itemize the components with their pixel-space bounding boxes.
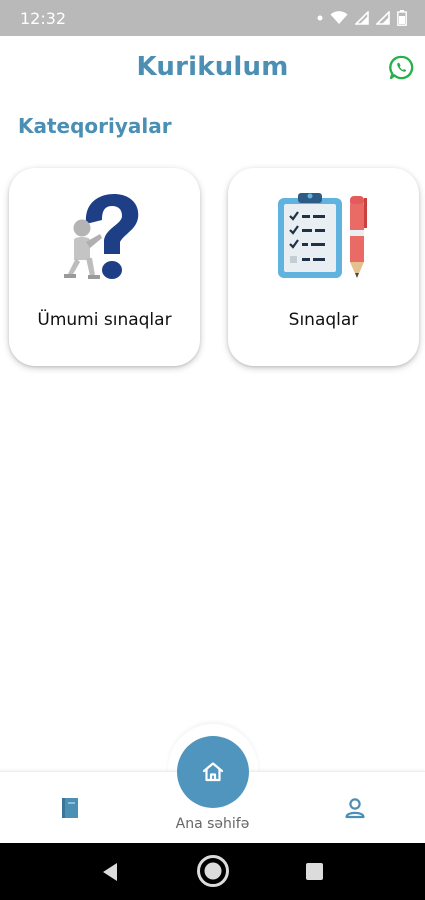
- profile-icon: [345, 798, 365, 819]
- wifi-icon: [330, 11, 348, 24]
- page-title: Kurikulum: [136, 52, 289, 82]
- whatsapp-icon: [388, 55, 413, 79]
- status-bar: 12:32: [0, 0, 425, 36]
- signal-icon: [355, 11, 369, 25]
- status-time: 12:32: [20, 8, 67, 28]
- card-label: Sınaqlar: [288, 310, 359, 330]
- card-illustration: [9, 190, 200, 290]
- signal-icon: [376, 11, 390, 25]
- category-card-general-tests[interactable]: Ümumi sınaqlar: [9, 168, 200, 366]
- app-header: Kurikulum: [0, 36, 425, 98]
- dot-icon: [317, 15, 323, 21]
- home-button[interactable]: [177, 736, 249, 808]
- recents-icon[interactable]: [306, 863, 323, 880]
- nav-item-profile[interactable]: [343, 796, 367, 822]
- card-illustration: [228, 190, 419, 290]
- category-card-tests[interactable]: Sınaqlar: [228, 168, 419, 366]
- status-icons: [317, 10, 407, 26]
- question-mark-figure-icon: [63, 194, 138, 279]
- system-nav-bar: [0, 843, 425, 900]
- clipboard-checklist-icon: [277, 193, 367, 278]
- home-icon: [202, 762, 224, 782]
- whatsapp-button[interactable]: [387, 53, 415, 81]
- battery-icon: [397, 10, 407, 26]
- section-title: Kateqoriyalar: [18, 114, 172, 138]
- back-icon[interactable]: [101, 862, 119, 882]
- card-label: Ümumi sınaqlar: [37, 310, 172, 330]
- system-home-icon[interactable]: [196, 854, 230, 888]
